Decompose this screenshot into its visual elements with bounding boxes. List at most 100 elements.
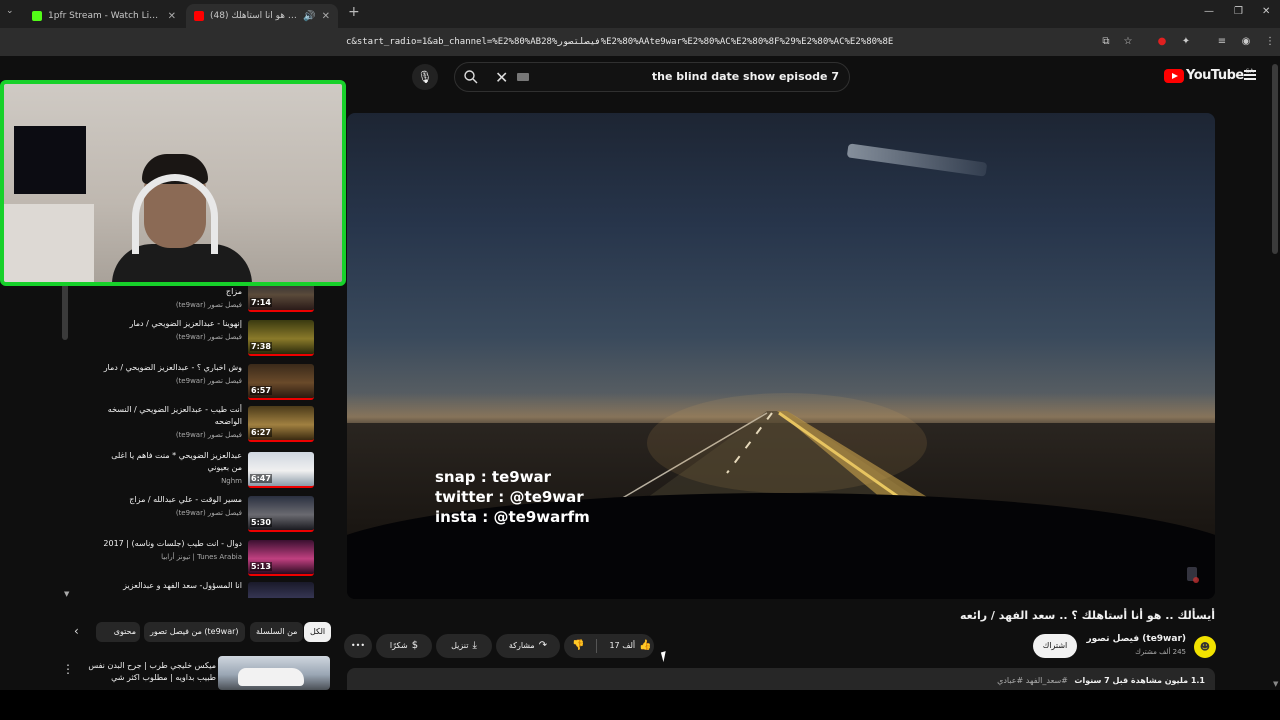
- related-filter-chips: ‹ محتوى من فيصل تصور (te9war) من السلسلة…: [66, 622, 332, 642]
- like-count[interactable]: 17 ألف: [609, 634, 635, 658]
- playlist-thumbnail[interactable]: 7:38: [248, 320, 314, 356]
- thanks-button[interactable]: شكرًا $: [376, 634, 432, 658]
- thanks-dollar-icon: $: [411, 640, 419, 651]
- playlist-item[interactable]: 5:30 مسير الوقت - علي عبدالله / مزاج فيصل …: [62, 494, 330, 538]
- playlist-item[interactable]: 6:57 وش اخباري ؟ - عبدالعزيز الضويحي / دم…: [62, 362, 330, 406]
- playlist-item[interactable]: انا المسؤول- سعد الفهد و عبدالعزيز: [62, 580, 330, 598]
- webcam-tv: [14, 126, 86, 194]
- playlist-thumbnail[interactable]: 5:13: [248, 540, 314, 576]
- more-options-icon[interactable]: ⋮: [62, 662, 74, 676]
- share-icon: ↷: [538, 640, 548, 651]
- share-button[interactable]: مشاركة ↷: [496, 634, 560, 658]
- channel-avatar[interactable]: ☻: [1194, 636, 1216, 658]
- search-icon[interactable]: [463, 69, 479, 85]
- playlist-thumbnail[interactable]: 6:27: [248, 406, 314, 442]
- video-player[interactable]: snap : te9war twitter : @te9war insta : …: [347, 113, 1215, 599]
- more-actions-button[interactable]: •••: [344, 634, 372, 658]
- playlist-item-title[interactable]: أنت طيب - عبدالعزيز الضويحي / النسخه الو…: [102, 404, 242, 428]
- hashtags[interactable]: #سعد_الفهد #عبادي: [997, 676, 1068, 685]
- search-box[interactable]: ✕ the blind date show episode 7: [454, 62, 850, 92]
- video-duration: 6:27: [250, 428, 272, 437]
- youtube-wordmark: YouTube: [1186, 68, 1244, 83]
- playlist-thumbnail[interactable]: 6:57: [248, 364, 314, 400]
- bookmark-star-icon[interactable]: ☆: [1122, 36, 1134, 48]
- like-icon[interactable]: 👍: [639, 634, 651, 658]
- page-scrollbar[interactable]: [1272, 64, 1278, 254]
- new-tab-button[interactable]: +: [348, 4, 360, 20]
- playlist-thumbnail[interactable]: [248, 582, 314, 598]
- extensions-puzzle-icon[interactable]: ✦: [1180, 36, 1192, 48]
- view-count-date: 1.1 مليون مشاهدة قبل 7 سنوات: [1074, 676, 1205, 685]
- playlist-item-channel: فيصل تصور (te9war): [175, 509, 242, 517]
- playlist-scroll-down-icon[interactable]: ▼: [64, 590, 69, 598]
- profile-avatar[interactable]: ◉: [1240, 36, 1252, 48]
- playlist-item-title[interactable]: وش اخباري ؟ - عبدالعزيز الضويحي / دمار: [102, 362, 242, 374]
- playlist-thumbnail[interactable]: 6:47: [248, 452, 314, 488]
- clear-search-icon[interactable]: ✕: [495, 68, 508, 87]
- audio-icon[interactable]: 🔊: [303, 11, 315, 22]
- chip-from-series[interactable]: من السلسلة: [250, 622, 304, 642]
- recommended-video-thumbnail[interactable]: [218, 656, 330, 690]
- page-scroll-down-icon[interactable]: ▼: [1273, 680, 1278, 688]
- playlist-item-title[interactable]: عبدالعزيز الضويحي * منت فاهم يا اغلى من …: [102, 450, 242, 474]
- maximize-button[interactable]: ❐: [1234, 6, 1243, 17]
- kick-favicon-icon: [32, 11, 42, 21]
- youtube-page: 🎙 ✕ the blind date show episode 7 YouTub…: [0, 56, 1280, 690]
- microphone-icon: 🎙: [417, 70, 433, 84]
- download-label: تنزيل: [451, 641, 469, 650]
- tab-search-icon[interactable]: ⌄: [6, 6, 14, 16]
- browser-tab-bar: ⌄ 1pfr Stream - Watch Live on Kic ✕ (48)…: [0, 0, 1280, 28]
- youtube-logo[interactable]: YouTube SA: [1164, 68, 1254, 83]
- channel-row: ☻ فيصل تصور (te9war) 245 ألف مشترك اشترا…: [1030, 632, 1216, 662]
- subscribe-button[interactable]: اشتراك: [1033, 634, 1077, 658]
- download-button[interactable]: تنزيل ⤓: [436, 634, 492, 658]
- playlist-item-title[interactable]: انا المسؤول- سعد الفهد و عبدالعزيز: [102, 580, 242, 592]
- install-app-icon[interactable]: ⧉: [1100, 36, 1112, 48]
- browser-menu-icon[interactable]: ⋮: [1264, 36, 1276, 48]
- subscriber-count: 245 ألف مشترك: [1135, 648, 1186, 656]
- description-box[interactable]: 1.1 مليون مشاهدة قبل 7 سنوات #سعد_الفهد …: [347, 668, 1215, 690]
- minimize-button[interactable]: —: [1204, 6, 1214, 17]
- media-controls-icon[interactable]: ≡: [1216, 36, 1228, 48]
- mouse-cursor: [660, 649, 674, 663]
- playlist-item-title[interactable]: إنهوينا - عبدالعزيز الضويحي / دمار: [102, 318, 242, 330]
- more-horizontal-icon: •••: [350, 641, 366, 650]
- tab-close-icon[interactable]: ✕: [322, 11, 330, 22]
- playlist-item-text: انا المسؤول- سعد الفهد و عبدالعزيز: [102, 580, 242, 592]
- chip-all[interactable]: الكل: [304, 622, 332, 642]
- playlist-item-text: إنهوينا - عبدالعزيز الضويحي / دمار فيصل ت…: [102, 318, 242, 343]
- tab-youtube-video[interactable]: (48) أيسألك .. هو أنا أستاهلك 🔊 ✕: [186, 4, 338, 28]
- voice-search-button[interactable]: 🎙: [412, 64, 438, 90]
- tab-kick-stream[interactable]: 1pfr Stream - Watch Live on Kic ✕: [24, 4, 184, 28]
- channel-name[interactable]: فيصل تصور (te9war): [1086, 634, 1186, 644]
- playlist-thumbnail[interactable]: 5:30: [248, 496, 314, 532]
- thumbnail-car: [238, 668, 304, 686]
- recommended-video[interactable]: ⋮ ميكس خليجي طرب | جرح البدن نفس طبيب بد…: [62, 656, 332, 690]
- address-bar-row: c&start_radio=1&ab_channel=%E2%80%AB28%ف…: [0, 28, 1280, 56]
- chip-content[interactable]: محتوى: [96, 622, 140, 642]
- dislike-icon[interactable]: 👎: [572, 634, 584, 658]
- playlist-item[interactable]: 6:47 عبدالعزيز الضويحي * منت فاهم يا اغلى…: [62, 450, 330, 494]
- tab-title: (48) أيسألك .. هو أنا أستاهلك: [210, 11, 297, 21]
- chips-scroll-left-icon[interactable]: ‹: [74, 624, 79, 638]
- playlist-item[interactable]: 6:27 أنت طيب - عبدالعزيز الضويحي / النسخه…: [62, 404, 330, 448]
- playlist-item-channel: فيصل تصور (te9war): [175, 301, 242, 309]
- close-window-button[interactable]: ✕: [1262, 6, 1270, 17]
- playlist-item[interactable]: 7:38 إنهوينا - عبدالعزيز الضويحي / دمار في…: [62, 318, 330, 362]
- tab-close-icon[interactable]: ✕: [168, 11, 176, 22]
- video-duration: 5:13: [250, 562, 272, 571]
- url-field[interactable]: c&start_radio=1&ab_channel=%E2%80%AB28%ف…: [346, 33, 1086, 51]
- extension-record-icon[interactable]: ●: [1156, 36, 1168, 48]
- playlist-item-title[interactable]: دوال - انت طيب (جلسات وناسه) | 2017: [102, 538, 242, 550]
- keyboard-icon[interactable]: [517, 73, 529, 81]
- guide-menu-icon[interactable]: [1244, 70, 1256, 80]
- playlist-item-channel: فيصل تصور (te9war): [175, 333, 242, 341]
- recommended-video-title[interactable]: ميكس خليجي طرب | جرح البدن نفس طبيب بداو…: [76, 660, 216, 684]
- video-duration: 7:14: [250, 298, 272, 307]
- chip-from-channel[interactable]: من فيصل تصور (te9war): [144, 622, 245, 642]
- search-input[interactable]: the blind date show episode 7: [652, 70, 839, 83]
- video-duration: 6:47: [250, 474, 272, 483]
- channel-watermark-icon[interactable]: [1183, 565, 1201, 585]
- playlist-item-title[interactable]: مسير الوقت - علي عبدالله / مزاج: [102, 494, 242, 506]
- playlist-item[interactable]: 5:13 دوال - انت طيب (جلسات وناسه) | 2017 T…: [62, 538, 330, 582]
